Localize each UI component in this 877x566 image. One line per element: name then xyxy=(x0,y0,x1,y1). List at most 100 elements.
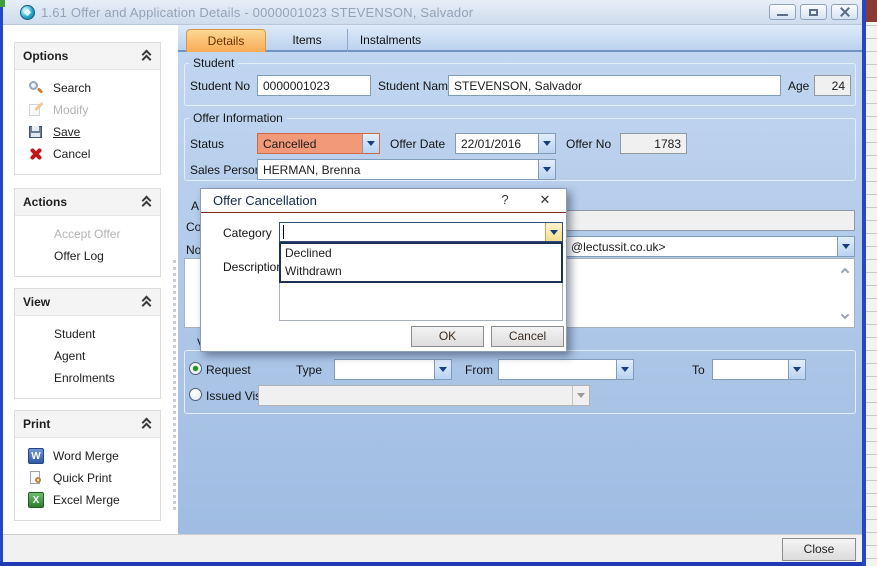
sales-person-label: Sales Person xyxy=(190,163,261,177)
sidebar-item-cancel[interactable]: Cancel xyxy=(15,143,160,165)
student-name-label: Student Name xyxy=(378,79,455,93)
issued-visa-combo xyxy=(258,385,590,406)
tab-details[interactable]: Details xyxy=(186,29,266,52)
description-label: Description xyxy=(223,260,283,274)
save-icon xyxy=(28,124,44,140)
chevron-down-icon[interactable] xyxy=(538,160,555,179)
offer-no-field: 1783 xyxy=(620,133,687,154)
scroll-down-icon[interactable] xyxy=(841,310,850,319)
title-bar: 1.61 Offer and Application Details - 000… xyxy=(0,0,866,25)
chevron-down-icon[interactable] xyxy=(362,134,379,153)
chevron-down-icon xyxy=(572,386,589,405)
sidebar-item-enrolments[interactable]: Enrolments xyxy=(15,367,160,389)
scroll-up-icon[interactable] xyxy=(841,267,850,276)
print-panel: Print W Word Merge Quick Print X Excel M… xyxy=(14,410,161,521)
excel-icon: X xyxy=(28,492,44,508)
tab-instalments[interactable]: Instalments xyxy=(347,29,433,52)
tab-items[interactable]: Items xyxy=(267,29,347,52)
sidebar-item-word-merge[interactable]: W Word Merge xyxy=(15,445,160,467)
status-combo[interactable]: Cancelled xyxy=(257,133,380,154)
student-group-title: Student xyxy=(189,56,238,70)
view-panel: View Student Agent Enrolments xyxy=(14,288,161,399)
chevron-down-icon[interactable] xyxy=(434,360,451,379)
chevron-down-icon[interactable] xyxy=(616,360,633,379)
cancel-button[interactable]: Cancel xyxy=(491,326,564,347)
sidebar-splitter[interactable] xyxy=(173,260,176,510)
tab-strip: Details Items Instalments xyxy=(178,25,862,52)
sidebar-item-save[interactable]: Save xyxy=(15,121,160,143)
chevron-down-icon[interactable] xyxy=(545,223,562,241)
dropdown-option-declined[interactable]: Declined xyxy=(281,244,561,262)
window-title: 1.61 Offer and Application Details - 000… xyxy=(41,5,473,20)
visa-type-combo[interactable] xyxy=(334,359,452,380)
status-label: Status xyxy=(190,137,224,151)
request-radio[interactable] xyxy=(189,362,202,375)
student-name-input[interactable]: STEVENSON, Salvador xyxy=(448,75,781,96)
view-panel-header[interactable]: View xyxy=(15,289,160,316)
offer-date-label: Offer Date xyxy=(390,137,445,151)
sales-person-combo[interactable]: HERMAN, Brenna xyxy=(257,159,556,180)
ok-button[interactable]: OK xyxy=(411,326,484,347)
close-window-button[interactable] xyxy=(831,4,858,20)
student-no-label: Student No xyxy=(190,79,250,93)
category-label: Category xyxy=(223,226,272,240)
help-icon[interactable]: ? xyxy=(496,192,514,207)
dialog-title-rule xyxy=(201,212,566,213)
visa-to-combo[interactable] xyxy=(712,359,806,380)
dropdown-option-withdrawn[interactable]: Withdrawn xyxy=(281,262,561,280)
dialog-close-icon[interactable]: ✕ xyxy=(536,192,554,208)
background-window-sliver-top xyxy=(866,0,877,22)
age-field: 24 xyxy=(814,75,851,96)
print-icon xyxy=(28,470,44,486)
request-label: Request xyxy=(206,363,251,377)
sidebar-item-offer-log[interactable]: Offer Log xyxy=(15,245,160,267)
maximize-button[interactable] xyxy=(800,4,827,20)
to-label: To xyxy=(692,363,705,377)
from-label: From xyxy=(465,363,493,377)
offer-cancellation-dialog: Offer Cancellation ? ✕ Category Descript… xyxy=(200,188,567,352)
collapse-chevron-icon[interactable] xyxy=(141,197,152,207)
collapse-chevron-icon[interactable] xyxy=(141,297,152,307)
background-window-sliver xyxy=(866,0,877,566)
actions-panel: Actions Accept Offer Offer Log xyxy=(14,188,161,277)
sidebar-item-student[interactable]: Student xyxy=(15,323,160,345)
offer-info-group-title: Offer Information xyxy=(189,111,287,125)
sidebar-item-quick-print[interactable]: Quick Print xyxy=(15,467,160,489)
category-dropdown-list: Declined Withdrawn xyxy=(279,242,563,283)
application-section-fragment: A xyxy=(191,199,199,213)
collapse-chevron-icon[interactable] xyxy=(141,419,152,429)
background-window-corner xyxy=(0,0,5,7)
offer-date-combo[interactable]: 22/01/2016 xyxy=(455,133,556,154)
chevron-down-icon[interactable] xyxy=(538,134,555,153)
sidebar-item-excel-merge[interactable]: X Excel Merge xyxy=(15,489,160,511)
issued-visa-radio[interactable] xyxy=(189,388,202,401)
app-icon xyxy=(20,5,35,20)
sidebar-item-accept-offer: Accept Offer xyxy=(15,223,160,245)
student-no-input[interactable]: 0000001023 xyxy=(257,75,371,96)
search-icon xyxy=(28,80,44,96)
options-panel: Options Search Modify Save Can xyxy=(14,42,161,175)
chevron-down-icon[interactable] xyxy=(788,360,805,379)
minimize-button[interactable] xyxy=(769,4,796,20)
print-panel-header[interactable]: Print xyxy=(15,411,160,438)
text-caret xyxy=(283,225,284,239)
word-icon: W xyxy=(28,448,44,464)
sidebar-item-modify: Modify xyxy=(15,99,160,121)
visa-from-combo[interactable] xyxy=(498,359,634,380)
sidebar-item-search[interactable]: Search xyxy=(15,77,160,99)
collapse-chevron-icon[interactable] xyxy=(141,51,152,61)
modify-icon xyxy=(28,102,44,118)
window-border-left xyxy=(0,0,3,566)
window-border-bottom xyxy=(0,562,866,566)
footer-bar: Close xyxy=(3,534,862,562)
close-button[interactable]: Close xyxy=(782,538,856,561)
category-combo[interactable] xyxy=(279,222,563,242)
actions-panel-header[interactable]: Actions xyxy=(15,189,160,216)
options-panel-header[interactable]: Options xyxy=(15,43,160,70)
sidebar-item-agent[interactable]: Agent xyxy=(15,345,160,367)
offer-no-label: Offer No xyxy=(566,137,611,151)
cancel-icon xyxy=(28,146,44,162)
type-label: Type xyxy=(296,363,322,377)
chevron-down-icon[interactable] xyxy=(837,237,854,256)
age-label: Age xyxy=(788,79,809,93)
